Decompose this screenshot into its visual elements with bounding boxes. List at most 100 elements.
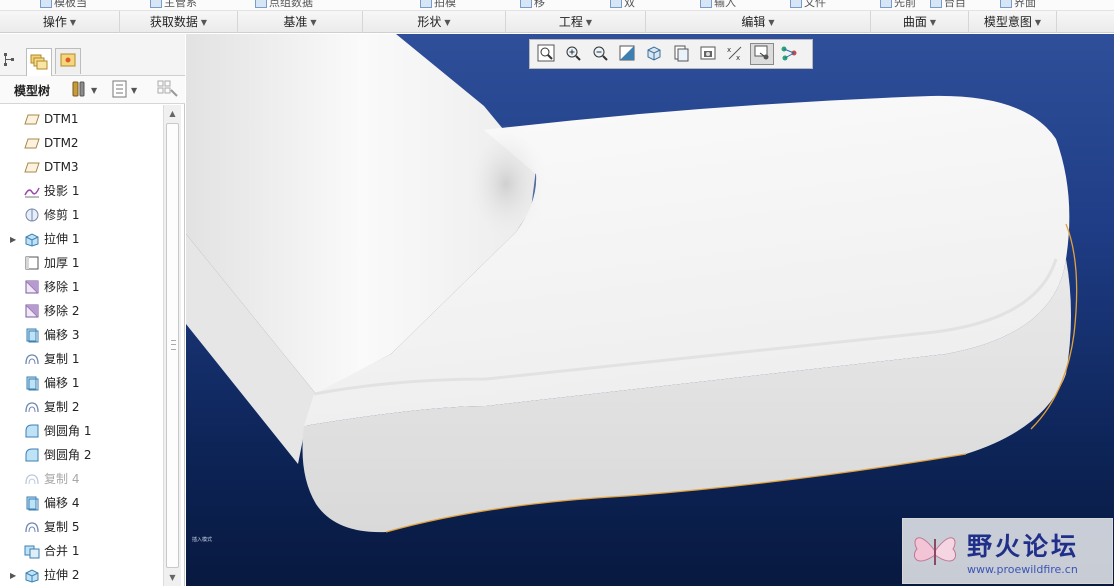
chevron-down-icon: ▼ bbox=[929, 18, 937, 27]
tree-item-label: DTM2 bbox=[44, 136, 79, 150]
spin-center-icon bbox=[753, 44, 771, 65]
tree-item-label: 合并 1 bbox=[44, 544, 80, 558]
datum-plane-icon bbox=[24, 159, 40, 175]
tab-model-tree[interactable] bbox=[26, 48, 52, 76]
tree-item[interactable]: 投影 1 bbox=[0, 179, 163, 203]
ribbon-group-2[interactable]: 获取数据 ▼ bbox=[120, 11, 238, 33]
zoom-in-button[interactable] bbox=[561, 43, 585, 65]
ribbon-command-fragment[interactable]: 拍模 bbox=[420, 0, 456, 9]
tree-item[interactable]: 修剪 1 bbox=[0, 203, 163, 227]
scroll-down-icon[interactable]: ▼ bbox=[164, 569, 181, 586]
datum-display-icon: xx bbox=[726, 44, 744, 65]
expand-arrow-icon[interactable]: ▶ bbox=[10, 235, 16, 244]
tree-item[interactable]: DTM2 bbox=[0, 131, 163, 155]
view-manager-icon bbox=[699, 44, 717, 65]
view-manager-button[interactable] bbox=[696, 43, 720, 65]
command-icon bbox=[790, 0, 802, 8]
tree-item-label: 复制 4 bbox=[44, 472, 80, 486]
annotation-display-button[interactable] bbox=[777, 43, 801, 65]
chevron-down-icon: ▼ bbox=[200, 18, 208, 27]
tree-item-label: 倒圆角 2 bbox=[44, 448, 92, 462]
annotation-display-icon bbox=[780, 44, 798, 65]
chevron-down-icon: ▼ bbox=[91, 85, 98, 95]
ribbon-command-fragment[interactable]: 点组数据 bbox=[255, 0, 313, 9]
extrude-icon bbox=[24, 567, 40, 583]
zoom-out-button[interactable] bbox=[588, 43, 612, 65]
ribbon-command-fragment[interactable]: 移 bbox=[520, 0, 545, 9]
mode-status-text: 插入模式 bbox=[192, 537, 213, 543]
ribbon-group-3[interactable]: 基准 ▼ bbox=[238, 11, 363, 33]
thicken-icon bbox=[24, 255, 40, 271]
ribbon-command-fragment[interactable]: 输入 bbox=[700, 0, 736, 9]
ribbon-command-fragment[interactable]: 台目 bbox=[930, 0, 966, 9]
copy-icon bbox=[24, 351, 40, 367]
tree-dots-icon[interactable] bbox=[3, 51, 17, 69]
tree-item[interactable]: 移除 1 bbox=[0, 275, 163, 299]
tree-item-label: 修剪 1 bbox=[44, 208, 80, 222]
ribbon-command-row: 模板当 主管系 点组数据 拍模 移 双 输入 文件 先前 台目 界面 bbox=[0, 0, 1114, 11]
model-tree-scrollbar[interactable]: ▲ ▼ bbox=[163, 105, 181, 586]
tree-item[interactable]: 移除 2 bbox=[0, 299, 163, 323]
display-style-button[interactable] bbox=[642, 43, 666, 65]
tree-item[interactable]: 加厚 1 bbox=[0, 251, 163, 275]
tab-folder-browser[interactable] bbox=[55, 48, 81, 74]
scroll-thumb[interactable] bbox=[166, 123, 179, 568]
tree-item[interactable]: 倒圆角 2 bbox=[0, 443, 163, 467]
tree-show-button[interactable]: ▼ bbox=[112, 80, 137, 100]
tree-item[interactable]: DTM3 bbox=[0, 155, 163, 179]
ribbon-command-fragment[interactable]: 界面 bbox=[1000, 0, 1036, 9]
tree-item[interactable]: 复制 2 bbox=[0, 395, 163, 419]
ribbon-command-fragment[interactable]: 先前 bbox=[880, 0, 916, 9]
ribbon-command-fragment[interactable]: 模板当 bbox=[40, 0, 87, 9]
tree-item[interactable]: 复制 1 bbox=[0, 347, 163, 371]
ribbon-command-fragment[interactable]: 主管系 bbox=[150, 0, 197, 9]
chevron-down-icon: ▼ bbox=[310, 18, 317, 27]
command-icon bbox=[420, 0, 432, 8]
ribbon-group-bar: 操作 ▼ 获取数据 ▼ 基准 ▼ 形状 ▼ 工程 ▼ 编辑 ▼ 曲面 ▼ 模型意图 ▼ bbox=[0, 11, 1114, 33]
command-icon bbox=[880, 0, 892, 8]
scroll-up-icon[interactable]: ▲ bbox=[164, 105, 181, 122]
model-tree-list: DTM1 DTM2 DTM3 投影 1 修剪 1 ▶ 拉伸 1 加厚 1 移除 1 移除 2 偏移 … bbox=[0, 105, 163, 586]
tree-item[interactable]: 偏移 3 bbox=[0, 323, 163, 347]
copy-icon bbox=[24, 519, 40, 535]
ribbon-group-7[interactable]: 曲面 ▼ bbox=[871, 11, 969, 33]
trim-icon bbox=[24, 207, 40, 223]
saved-views-button[interactable] bbox=[669, 43, 693, 65]
ribbon-command-fragment[interactable]: 文件 bbox=[790, 0, 826, 9]
tree-item[interactable]: 复制 4 bbox=[0, 467, 163, 491]
datum-display-button[interactable]: xx bbox=[723, 43, 747, 65]
zoom-in-icon bbox=[564, 44, 582, 65]
ribbon-group-4[interactable]: 形状 ▼ bbox=[363, 11, 506, 33]
navigator-panel: 模型树 ▼ ▼ DTM1 DTM2 DTM3 投影 1 修剪 1 ▶ 拉伸 1 … bbox=[0, 34, 185, 586]
ribbon-group-6[interactable]: 编辑 ▼ bbox=[646, 11, 871, 33]
tree-item[interactable]: 偏移 4 bbox=[0, 491, 163, 515]
tree-item[interactable]: 倒圆角 1 bbox=[0, 419, 163, 443]
refit-button[interactable] bbox=[534, 43, 558, 65]
tree-item[interactable]: 合并 1 bbox=[0, 539, 163, 563]
tree-item-label: 拉伸 1 bbox=[44, 232, 80, 246]
graphics-window[interactable]: xx 插入模式 野火论坛 www.proewildfire.cn bbox=[186, 34, 1114, 586]
ribbon-group-8[interactable]: 模型意图 ▼ bbox=[969, 11, 1057, 33]
tree-filter-button[interactable] bbox=[157, 80, 179, 100]
ribbon-command-fragment[interactable]: 双 bbox=[610, 0, 635, 9]
tree-item[interactable]: DTM1 bbox=[0, 107, 163, 131]
favorites-folder-icon bbox=[59, 51, 77, 72]
chevron-down-icon: ▼ bbox=[131, 85, 138, 95]
ribbon-group-1[interactable]: 操作 ▼ bbox=[0, 11, 120, 33]
watermark-url: www.proewildfire.cn bbox=[967, 563, 1078, 576]
tree-item-label: DTM3 bbox=[44, 160, 79, 174]
expand-arrow-icon[interactable]: ▶ bbox=[10, 571, 16, 580]
tree-item[interactable]: 复制 5 bbox=[0, 515, 163, 539]
projection-icon bbox=[24, 183, 40, 199]
repaint-button[interactable] bbox=[615, 43, 639, 65]
ribbon-group-5[interactable]: 工程 ▼ bbox=[506, 11, 646, 33]
tree-item-label: 复制 5 bbox=[44, 520, 80, 534]
tree-item[interactable]: ▶ 拉伸 1 bbox=[0, 227, 163, 251]
tree-item[interactable]: ▶ 拉伸 2 bbox=[0, 563, 163, 586]
tree-item-label: 复制 1 bbox=[44, 352, 80, 366]
spin-center-button[interactable] bbox=[750, 43, 774, 65]
chevron-down-icon: ▼ bbox=[768, 18, 775, 27]
part-model[interactable] bbox=[186, 34, 1114, 586]
tree-item[interactable]: 偏移 1 bbox=[0, 371, 163, 395]
tree-settings-button[interactable]: ▼ bbox=[70, 80, 97, 100]
